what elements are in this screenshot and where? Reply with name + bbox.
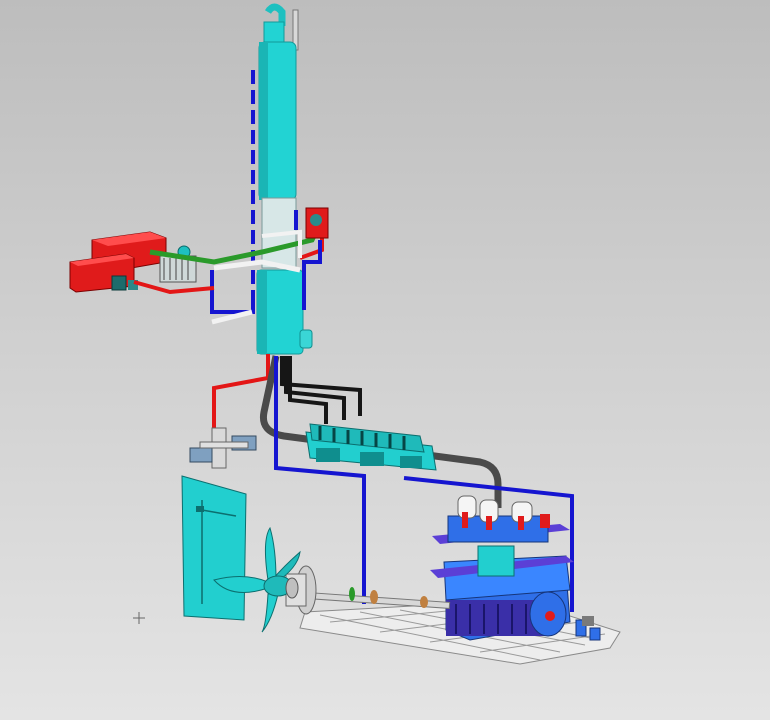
main-engine [430,495,574,641]
pipe-red-top [133,280,215,295]
pipe-red-down [212,354,270,432]
propeller-shaft [299,587,451,609]
auxiliary-generator [305,423,437,471]
ship-machinery-assembly-model[interactable] [0,0,770,720]
crosshair-cursor-icon [133,609,145,624]
pipe-black-1 [280,356,362,416]
pipe-black-3 [288,356,328,424]
red-boiler-unit [69,231,167,293]
rudder [181,475,247,621]
red-pump [305,207,329,239]
cad-3d-viewport[interactable] [0,0,770,720]
pipe-blue-loop [210,270,255,314]
steering-gear [189,427,257,469]
